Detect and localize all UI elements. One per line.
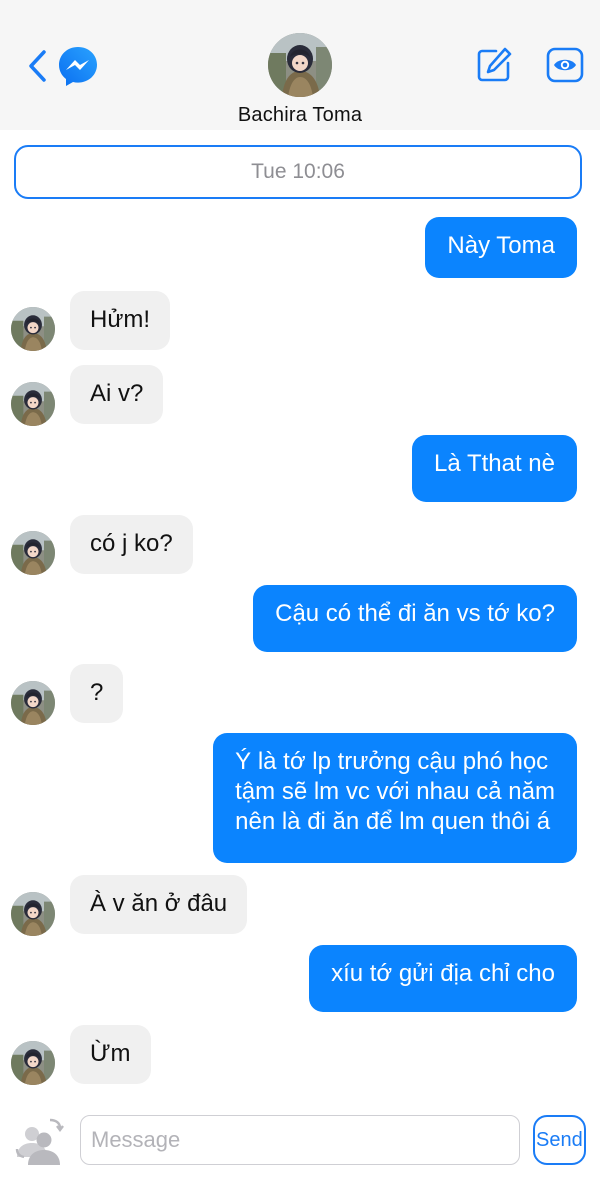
sender-avatar <box>11 892 55 936</box>
contacts-button[interactable] <box>13 1113 65 1167</box>
eye-icon <box>546 47 584 83</box>
send-button[interactable]: Send <box>533 1115 586 1165</box>
sender-avatar <box>11 1041 55 1085</box>
contacts-swap-icon <box>15 1118 64 1165</box>
sender-avatar <box>11 307 55 351</box>
incoming-message[interactable]: ? <box>70 664 124 723</box>
incoming-message[interactable]: Ai v? <box>70 365 164 424</box>
sender-avatar <box>11 382 55 426</box>
sender-avatar <box>11 531 55 575</box>
outgoing-message[interactable]: Ý là tớ lp trưởng cậu phó học tậm sẽ lm … <box>213 733 577 863</box>
timestamp-divider: Tue 10:06 <box>14 145 582 199</box>
contact-name: Bachira Toma <box>237 104 363 126</box>
compose-icon <box>477 47 512 82</box>
view-button[interactable] <box>546 45 584 85</box>
message-input[interactable] <box>80 1115 520 1165</box>
incoming-message[interactable]: có j ko? <box>70 515 193 574</box>
incoming-message[interactable]: À v ăn ở đâu <box>70 875 248 934</box>
messenger-button[interactable] <box>56 44 100 88</box>
back-button[interactable] <box>22 44 52 88</box>
outgoing-message[interactable]: Là Tthat nè <box>412 435 577 502</box>
incoming-message[interactable]: Ừm <box>70 1025 151 1084</box>
chat-header: Bachira Toma <box>0 0 600 130</box>
incoming-message[interactable]: Hửm! <box>70 291 171 350</box>
sender-avatar <box>11 681 55 725</box>
outgoing-message[interactable]: xíu tớ gửi địa chỉ cho <box>309 945 577 1012</box>
outgoing-message[interactable]: Cậu có thể đi ăn vs tớ ko? <box>253 585 577 652</box>
compose-button[interactable] <box>474 45 514 85</box>
outgoing-message[interactable]: Này Toma <box>425 217 577 278</box>
contact-avatar[interactable] <box>268 33 332 97</box>
back-chevron-icon <box>29 50 46 82</box>
messenger-icon <box>59 47 97 86</box>
